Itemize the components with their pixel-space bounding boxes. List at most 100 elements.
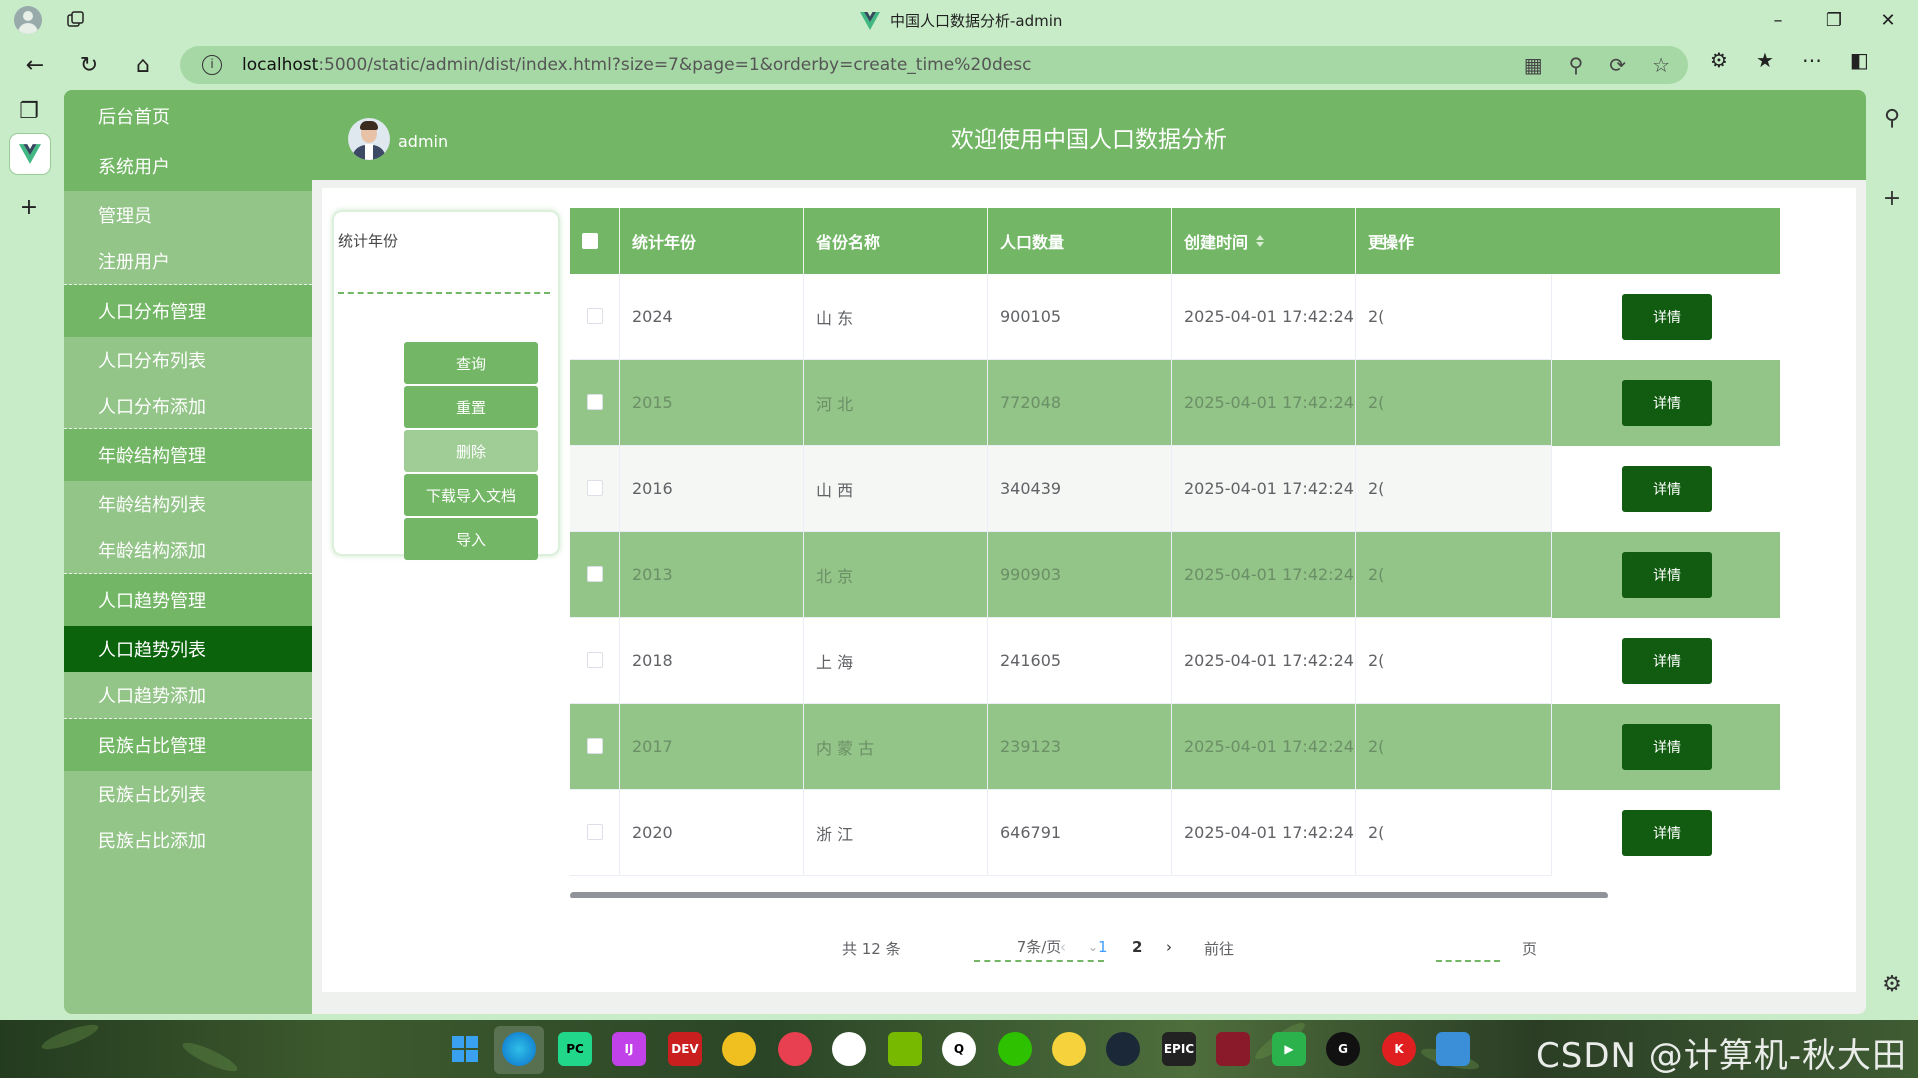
cell-ops: 详情: [1552, 446, 1780, 532]
sidebar-item-age-mgmt[interactable]: 年龄结构管理: [64, 429, 312, 481]
page-number-2[interactable]: 2: [1132, 938, 1142, 956]
devcpp-icon[interactable]: DEV: [668, 1032, 702, 1066]
app-icon-kttl[interactable]: K: [1382, 1032, 1416, 1066]
cell-year: 2018: [620, 618, 804, 704]
edge-browser-icon[interactable]: [502, 1032, 536, 1066]
sidebar-item-distribution-list[interactable]: 人口分布列表: [64, 337, 312, 383]
favorite-star-icon[interactable]: ☆: [1652, 53, 1670, 77]
download-template-button[interactable]: 下载导入文档: [404, 474, 538, 516]
sidebar-item-trend-list[interactable]: 人口趋势列表: [64, 626, 312, 672]
detail-button[interactable]: 详情: [1622, 638, 1712, 684]
row-checkbox[interactable]: [587, 480, 603, 496]
column-header-created[interactable]: 创建时间: [1172, 208, 1356, 274]
sidebar-item-ethnic-list[interactable]: 民族占比列表: [64, 771, 312, 817]
year-filter-input[interactable]: [338, 256, 550, 294]
detail-button[interactable]: 详情: [1622, 294, 1712, 340]
app-icon-yellow[interactable]: [722, 1032, 756, 1066]
select-all-checkbox[interactable]: [582, 233, 598, 249]
favorites-icon[interactable]: ★: [1756, 48, 1774, 72]
import-button[interactable]: 导入: [404, 518, 538, 560]
horizontal-scrollbar[interactable]: [570, 892, 1608, 898]
sidebar-item-home[interactable]: 后台首页: [64, 90, 312, 141]
new-tab-icon[interactable]: +: [14, 192, 44, 222]
query-button[interactable]: 查询: [404, 342, 538, 384]
sort-caret-icon[interactable]: [1256, 235, 1265, 247]
play-store-icon[interactable]: ▶: [1272, 1032, 1306, 1066]
detail-button[interactable]: 详情: [1622, 380, 1712, 426]
profile-icon[interactable]: [14, 6, 42, 34]
sidebar-item-age-add[interactable]: 年龄结构添加: [64, 527, 312, 574]
maximize-button[interactable]: ❐: [1810, 4, 1858, 36]
search-icon[interactable]: ⚲: [1878, 104, 1906, 132]
pycharm-icon[interactable]: PC: [558, 1032, 592, 1066]
zoom-icon[interactable]: ⚲: [1569, 53, 1584, 77]
steam-icon[interactable]: [1106, 1032, 1140, 1066]
intellij-icon[interactable]: IJ: [612, 1032, 646, 1066]
sidebar-item-ethnic-add[interactable]: 民族占比添加: [64, 817, 312, 863]
epic-games-icon[interactable]: EPIC: [1162, 1032, 1196, 1066]
notepad-icon[interactable]: [1436, 1032, 1470, 1066]
app-icon-lemon[interactable]: [1052, 1032, 1086, 1066]
detail-button[interactable]: 详情: [1622, 552, 1712, 598]
url-field[interactable]: i localhost:5000/static/admin/dist/index…: [180, 46, 1688, 84]
table-row[interactable]: 2015 河 北 772048 2025-04-01 17:42:24 2(详情: [570, 360, 1780, 446]
page-number-1[interactable]: 1: [1098, 938, 1108, 956]
sidebar-item-system-users[interactable]: 系统用户: [64, 141, 312, 191]
table-row[interactable]: 2018 上 海 241605 2025-04-01 17:42:24 2(详情: [570, 618, 1780, 704]
table-row[interactable]: 2024 山 东 900105 2025-04-01 17:42:24 2(详情: [570, 274, 1780, 360]
app-available-icon[interactable]: ▦: [1524, 53, 1543, 77]
detail-button[interactable]: 详情: [1622, 724, 1712, 770]
detail-button[interactable]: 详情: [1622, 810, 1712, 856]
row-checkbox[interactable]: [587, 738, 603, 754]
sidebar-item-ethnic-mgmt[interactable]: 民族占比管理: [64, 719, 312, 771]
tab-list-icon[interactable]: ❐: [14, 96, 44, 126]
settings-gear-icon[interactable]: ⚙: [1878, 970, 1906, 998]
next-page-icon[interactable]: ›: [1166, 938, 1172, 956]
delete-button[interactable]: 删除: [404, 430, 538, 472]
refresh-icon[interactable]: ↻: [72, 48, 106, 82]
sidebar-item-trend-mgmt[interactable]: 人口趋势管理: [64, 574, 312, 626]
logitech-icon[interactable]: G: [1326, 1032, 1360, 1066]
start-menu-icon[interactable]: [448, 1032, 482, 1066]
row-checkbox[interactable]: [587, 566, 603, 582]
table-row[interactable]: 2016 山 西 340439 2025-04-01 17:42:24 2(详情: [570, 446, 1780, 532]
sidebar-item-admins[interactable]: 管理员: [64, 191, 312, 238]
back-icon[interactable]: ←: [18, 48, 52, 82]
app-icon-dark-red[interactable]: [1216, 1032, 1250, 1066]
translate-icon[interactable]: ⟳: [1609, 53, 1626, 77]
goto-page-input[interactable]: [1436, 932, 1500, 962]
site-info-icon[interactable]: i: [202, 55, 222, 75]
row-checkbox[interactable]: [587, 652, 603, 668]
row-checkbox[interactable]: [587, 824, 603, 840]
url-text[interactable]: localhost:5000/static/admin/dist/index.h…: [242, 55, 1031, 75]
close-button[interactable]: ✕: [1864, 4, 1912, 36]
sidebar-item-trend-add[interactable]: 人口趋势添加: [64, 672, 312, 719]
sidebar-item-distribution-mgmt[interactable]: 人口分布管理: [64, 285, 312, 337]
sidebar-item-registered-users[interactable]: 注册用户: [64, 238, 312, 285]
add-panel-icon[interactable]: +: [1878, 184, 1906, 212]
sidebar-item-distribution-add[interactable]: 人口分布添加: [64, 383, 312, 429]
qq-icon[interactable]: Q: [942, 1032, 976, 1066]
page-size-select[interactable]: 7条/页 ⌄: [974, 932, 1104, 962]
table-row[interactable]: 2013 北 京 990903 2025-04-01 17:42:24 2(详情: [570, 532, 1780, 618]
row-checkbox[interactable]: [587, 394, 603, 410]
reset-button[interactable]: 重置: [404, 386, 538, 428]
app-icon-red[interactable]: [778, 1032, 812, 1066]
table-row[interactable]: 2020 浙 江 646791 2025-04-01 17:42:24 2(详情: [570, 790, 1780, 876]
sidebar-item-label: 民族占比管理: [98, 736, 206, 757]
sidebar-item-age-list[interactable]: 年龄结构列表: [64, 481, 312, 527]
prev-page-icon[interactable]: ‹: [1060, 938, 1066, 956]
sidebar-toggle-icon[interactable]: ◧: [1850, 48, 1869, 72]
table-row[interactable]: 2017 内 蒙 古 239123 2025-04-01 17:42:24 2(详情: [570, 704, 1780, 790]
extensions-icon[interactable]: ⚙: [1710, 48, 1728, 72]
tab-actions-icon[interactable]: [66, 10, 86, 30]
detail-button[interactable]: 详情: [1622, 466, 1712, 512]
row-checkbox[interactable]: [587, 308, 603, 324]
nvidia-icon[interactable]: [888, 1032, 922, 1066]
more-menu-icon[interactable]: ⋯: [1802, 48, 1822, 72]
baidu-netdisk-icon[interactable]: [832, 1032, 866, 1066]
active-tab-vue-icon[interactable]: [10, 134, 50, 174]
home-icon[interactable]: ⌂: [126, 48, 160, 82]
wechat-icon[interactable]: [998, 1032, 1032, 1066]
minimize-button[interactable]: –: [1754, 4, 1802, 36]
